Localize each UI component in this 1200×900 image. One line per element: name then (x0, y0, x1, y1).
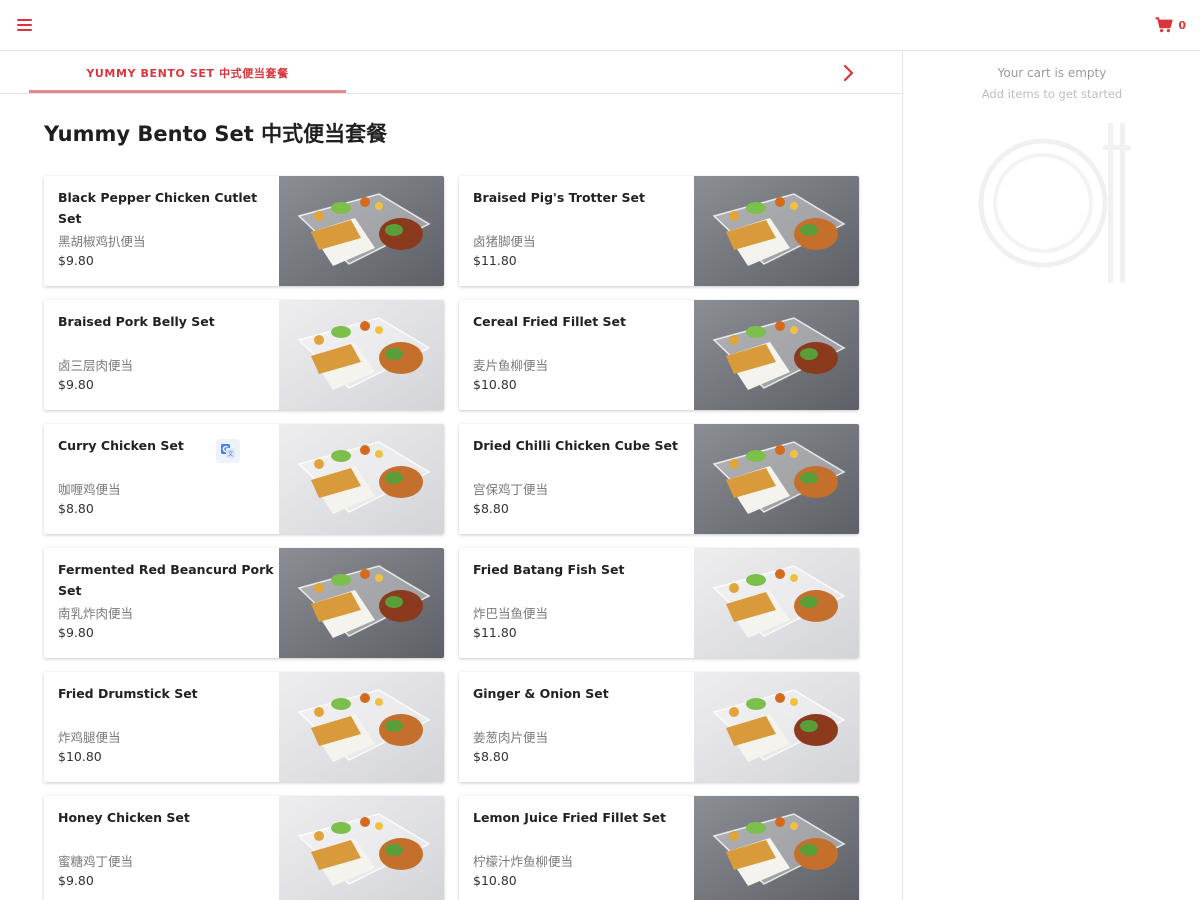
bento-food-image (694, 548, 859, 658)
translate-icon[interactable]: G文 (216, 439, 240, 463)
menu-item-text: Cereal Fried Fillet Set 麦片鱼柳便当 $10.80 (473, 311, 691, 403)
menu-item-price: $8.80 (58, 501, 94, 516)
menu-item-card[interactable]: Fried Batang Fish Set 炸巴当鱼便当 $11.80 (459, 548, 859, 658)
menu-item-price: $9.80 (58, 625, 94, 640)
menu-item-card[interactable]: Dried Chilli Chicken Cube Set 宫保鸡丁便当 $8.80 (459, 424, 859, 534)
cart-button[interactable]: 0 (1155, 14, 1186, 36)
menu-item-name-chinese: 麦片鱼柳便当 (473, 358, 549, 373)
menu-item-price: $11.80 (473, 625, 517, 640)
menu-item-name: Curry Chicken Set (58, 438, 184, 453)
menu-item-card[interactable]: Cereal Fried Fillet Set 麦片鱼柳便当 $10.80 (459, 300, 859, 410)
menu-item-price: $10.80 (473, 873, 517, 888)
tab-scroll-next-button[interactable] (836, 61, 860, 85)
menu-item-name: Cereal Fried Fillet Set (473, 314, 626, 329)
menu-item-card[interactable]: Ginger & Onion Set 姜葱肉片便当 $8.80 (459, 672, 859, 782)
menu-item-name: Black Pepper Chicken Cutlet Set (58, 190, 258, 226)
menu-item-name-chinese: 黑胡椒鸡扒便当 (58, 234, 146, 249)
bento-food-image (694, 300, 859, 410)
menu-item-text: Black Pepper Chicken Cutlet Set 黑胡椒鸡扒便当 $9… (58, 187, 276, 279)
menu-item-name-chinese: 咖喱鸡便当 (58, 482, 121, 497)
hamburger-menu-icon[interactable] (14, 15, 36, 35)
menu-item-name: Fried Drumstick Set (58, 686, 198, 701)
menu-item-name-chinese: 炸鸡腿便当 (58, 730, 121, 745)
menu-item-name-chinese: 南乳炸肉便当 (58, 606, 134, 621)
menu-item-text: Lemon Juice Fried Fillet Set 柠檬汁炸鱼柳便当 $10.… (473, 807, 691, 899)
menu-item-name-chinese: 卤猪脚便当 (473, 234, 536, 249)
menu-item-price: $9.80 (58, 253, 94, 268)
menu-item-name: Honey Chicken Set (58, 810, 190, 825)
shopping-cart-icon (1155, 17, 1173, 33)
menu-item-price: $8.80 (473, 501, 509, 516)
menu-item-name: Fermented Red Beancurd Pork Set (58, 562, 274, 598)
bento-food-image (694, 176, 859, 286)
plate-and-chopsticks-icon (978, 123, 1131, 283)
menu-item-text: Fried Batang Fish Set 炸巴当鱼便当 $11.80 (473, 559, 691, 651)
menu-item-name-chinese: 宫保鸡丁便当 (473, 482, 549, 497)
menu-item-price: $11.80 (473, 253, 517, 268)
bento-food-image (279, 796, 444, 900)
menu-item-text: Fried Drumstick Set 炸鸡腿便当 $10.80 (58, 683, 276, 775)
menu-item-card[interactable]: Black Pepper Chicken Cutlet Set 黑胡椒鸡扒便当 $9… (44, 176, 444, 286)
cart-empty-text: Your cart is empty (997, 66, 1107, 80)
section-title: Yummy Bento Set 中式便当套餐 (44, 122, 388, 146)
menu-item-price: $9.80 (58, 377, 94, 392)
menu-item-card[interactable]: Fried Drumstick Set 炸鸡腿便当 $10.80 (44, 672, 444, 782)
menu-item-text: Fermented Red Beancurd Pork Set 南乳炸肉便当 $9.… (58, 559, 276, 651)
tab-yummy-bento-set[interactable]: YUMMY BENTO SET 中式便当套餐 (29, 51, 346, 94)
bento-food-image (694, 672, 859, 782)
menu-item-card[interactable]: Lemon Juice Fried Fillet Set 柠檬汁炸鱼柳便当 $10.… (459, 796, 859, 900)
menu-item-card[interactable]: Honey Chicken Set 蜜糖鸡丁便当 $9.80 (44, 796, 444, 900)
cart-count: 0 (1178, 18, 1186, 32)
bento-food-image (279, 300, 444, 410)
menu-item-name: Braised Pig's Trotter Set (473, 190, 645, 205)
menu-item-name-chinese: 柠檬汁炸鱼柳便当 (473, 854, 574, 869)
menu-item-text: Dried Chilli Chicken Cube Set 宫保鸡丁便当 $8.80 (473, 435, 691, 527)
cart-hint-text: Add items to get started (981, 87, 1123, 101)
menu-item-name-chinese: 卤三层肉便当 (58, 358, 134, 373)
category-tab-bar: YUMMY BENTO SET 中式便当套餐 (0, 51, 902, 94)
top-app-bar: 0 (0, 0, 1200, 51)
menu-item-price: $8.80 (473, 749, 509, 764)
chevron-right-icon (843, 64, 854, 82)
active-tab-indicator (29, 90, 346, 93)
bento-food-image (279, 424, 444, 534)
menu-item-text: Braised Pork Belly Set 卤三层肉便当 $9.80 (58, 311, 276, 403)
cart-sidebar: Your cart is empty Add items to get star… (902, 51, 1200, 900)
menu-item-price: $9.80 (58, 873, 94, 888)
menu-item-name-chinese: 蜜糖鸡丁便当 (58, 854, 134, 869)
menu-item-name: Lemon Juice Fried Fillet Set (473, 810, 666, 825)
bento-food-image (279, 176, 444, 286)
menu-item-name-chinese: 炸巴当鱼便当 (473, 606, 549, 621)
menu-item-name: Ginger & Onion Set (473, 686, 609, 701)
menu-item-text: Ginger & Onion Set 姜葱肉片便当 $8.80 (473, 683, 691, 775)
menu-item-price: $10.80 (473, 377, 517, 392)
menu-item-card[interactable]: Braised Pork Belly Set 卤三层肉便当 $9.80 (44, 300, 444, 410)
menu-item-price: $10.80 (58, 749, 102, 764)
bento-food-image (279, 672, 444, 782)
svg-text:文: 文 (227, 450, 233, 458)
menu-item-name: Braised Pork Belly Set (58, 314, 215, 329)
menu-item-name: Fried Batang Fish Set (473, 562, 625, 577)
menu-item-card[interactable]: Braised Pig's Trotter Set 卤猪脚便当 $11.80 (459, 176, 859, 286)
bento-food-image (694, 424, 859, 534)
menu-item-text: Curry Chicken Set 咖喱鸡便当 $8.80 G 文 (58, 435, 276, 527)
bento-food-image (279, 548, 444, 658)
menu-item-card[interactable]: Curry Chicken Set 咖喱鸡便当 $8.80 G 文 (44, 424, 444, 534)
menu-item-name-chinese: 姜葱肉片便当 (473, 730, 549, 745)
menu-item-text: Braised Pig's Trotter Set 卤猪脚便当 $11.80 (473, 187, 691, 279)
menu-item-card[interactable]: Fermented Red Beancurd Pork Set 南乳炸肉便当 $9.… (44, 548, 444, 658)
menu-item-text: Honey Chicken Set 蜜糖鸡丁便当 $9.80 (58, 807, 276, 899)
bento-food-image (694, 796, 859, 900)
menu-item-name: Dried Chilli Chicken Cube Set (473, 438, 678, 453)
tab-label: YUMMY BENTO SET 中式便当套餐 (86, 66, 289, 80)
